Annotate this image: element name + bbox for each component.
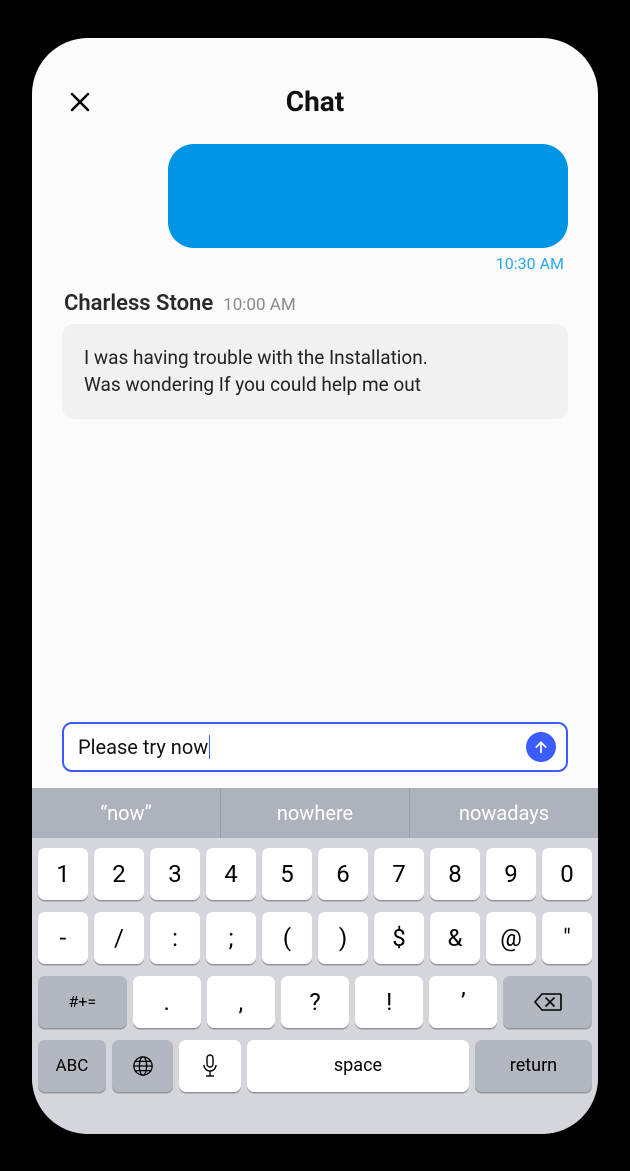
- incoming-line: I was having trouble with the Installati…: [84, 344, 546, 372]
- keyboard-row: #+= . , ? ! ’: [38, 976, 592, 1028]
- composer-input[interactable]: Please try now: [78, 735, 526, 759]
- key[interactable]: -: [38, 912, 88, 964]
- page-title: Chat: [286, 85, 344, 118]
- key[interactable]: 3: [150, 848, 200, 900]
- key[interactable]: 0: [542, 848, 592, 900]
- outgoing-message: 10:30 AM: [62, 144, 568, 273]
- keyboard-row: ABC spac: [38, 1040, 592, 1092]
- key[interactable]: 5: [262, 848, 312, 900]
- key[interactable]: ): [318, 912, 368, 964]
- key[interactable]: 4: [206, 848, 256, 900]
- composer-text: Please try now: [78, 735, 208, 759]
- keyboard-rows: 1 2 3 4 5 6 7 8 9 0 - / : ; ( ) $ & @: [32, 838, 598, 1092]
- sender-name: Charless Stone: [64, 291, 213, 316]
- outgoing-timestamp: 10:30 AM: [496, 254, 564, 273]
- key[interactable]: @: [486, 912, 536, 964]
- text-caret: [209, 735, 210, 759]
- key[interactable]: 6: [318, 848, 368, 900]
- key[interactable]: 1: [38, 848, 88, 900]
- key[interactable]: ″: [542, 912, 592, 964]
- keyboard-row: 1 2 3 4 5 6 7 8 9 0: [38, 848, 592, 900]
- suggestion-item[interactable]: “now”: [32, 788, 221, 838]
- microphone-icon: [201, 1054, 219, 1078]
- incoming-line: Was wondering If you could help me out: [84, 371, 546, 399]
- incoming-header: Charless Stone 10:00 AM: [64, 291, 568, 316]
- key[interactable]: 2: [94, 848, 144, 900]
- incoming-bubble[interactable]: I was having trouble with the Installati…: [62, 324, 568, 419]
- message-list: 10:30 AM Charless Stone 10:00 AM I was h…: [62, 144, 568, 722]
- key[interactable]: .: [133, 976, 201, 1028]
- key[interactable]: &: [430, 912, 480, 964]
- return-key[interactable]: return: [475, 1040, 592, 1092]
- close-icon[interactable]: [68, 90, 92, 114]
- phone-frame: Chat 10:30 AM Charless Stone 10:00 AM I …: [32, 38, 598, 1134]
- suggestion-item[interactable]: nowhere: [221, 788, 410, 838]
- key[interactable]: ’: [429, 976, 497, 1028]
- incoming-timestamp: 10:00 AM: [223, 295, 295, 315]
- key[interactable]: (: [262, 912, 312, 964]
- key[interactable]: ,: [207, 976, 275, 1028]
- message-composer[interactable]: Please try now: [62, 722, 568, 772]
- globe-key[interactable]: [112, 1040, 174, 1092]
- soft-keyboard: “now” nowhere nowadays 1 2 3 4 5 6 7 8 9…: [32, 788, 598, 1134]
- outgoing-bubble[interactable]: [168, 144, 568, 248]
- keyboard-row: - / : ; ( ) $ & @ ″: [38, 912, 592, 964]
- suggestion-bar: “now” nowhere nowadays: [32, 788, 598, 838]
- key[interactable]: $: [374, 912, 424, 964]
- space-key[interactable]: space: [247, 1040, 469, 1092]
- suggestion-item[interactable]: nowadays: [410, 788, 598, 838]
- mic-key[interactable]: [179, 1040, 241, 1092]
- symbol-shift-key[interactable]: #+=: [38, 976, 127, 1028]
- key[interactable]: 8: [430, 848, 480, 900]
- globe-icon: [132, 1055, 154, 1077]
- send-button[interactable]: [526, 732, 556, 762]
- key[interactable]: 9: [486, 848, 536, 900]
- backspace-key[interactable]: [503, 976, 592, 1028]
- arrow-up-icon: [533, 739, 549, 755]
- key[interactable]: 7: [374, 848, 424, 900]
- key[interactable]: ;: [206, 912, 256, 964]
- key[interactable]: :: [150, 912, 200, 964]
- abc-key[interactable]: ABC: [38, 1040, 106, 1092]
- chat-header: Chat: [62, 78, 568, 126]
- backspace-icon: [534, 992, 562, 1012]
- key[interactable]: ?: [281, 976, 349, 1028]
- key[interactable]: /: [94, 912, 144, 964]
- key[interactable]: !: [355, 976, 423, 1028]
